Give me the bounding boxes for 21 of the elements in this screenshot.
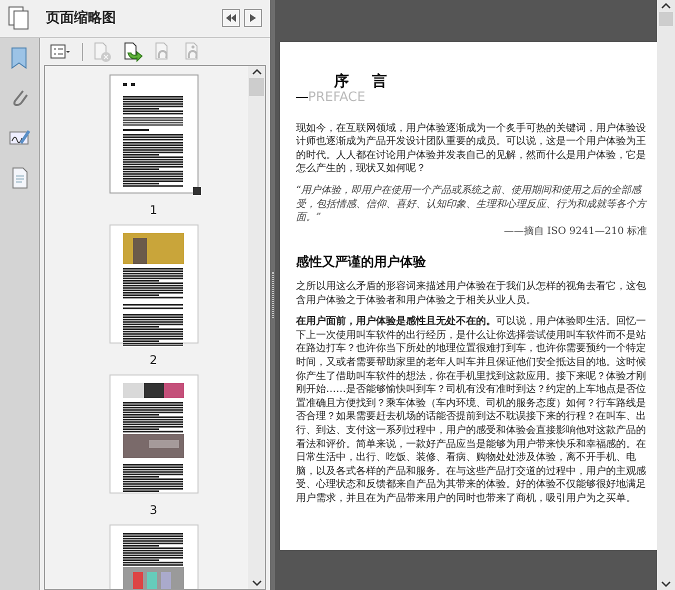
right-arrow-icon [249,13,257,24]
quote-source: ——摘自 ISO 9241—210 标准 [502,224,647,238]
dash-line [296,97,308,98]
page-number: 3 [150,504,158,516]
page-number: 1 [150,204,158,216]
double-left-arrow-icon [225,13,237,24]
quote-text: “用户体验，即用户在使用一个产品或系统之前、使用期间和使用之后的全部感受，包括情感、信仰、喜好、认知印象、生理和心理反应、行为和成就等各个方面。” [296,184,647,225]
section-heading: 感性又严谨的用户体验 [296,254,427,272]
scroll-thumb[interactable] [249,78,264,96]
document-title: 序 言 [334,72,392,90]
document-subtitle: PREFACE [308,90,366,106]
paragraph: 在用户面前，用户体验是感性且无处不在的。可以说，用户体验即生活。回忆一下上一次使用叫车软件的出行经历，是什么让你选择尝试使用叫车软件而不是站在路边打车？也许你当下所处的地理位置很难打到车，也许你需要预约一个特定时间，又或者需要帮助家里的老年人叫车并且保证他们安全抵达目的地。这时候你产生了借助叫车软件的想法，你在手机里找到这款应用。接下来呢？体验才刚刚开始……是否能够愉快叫到车？司机有没有准时到达？约定的上车地点是否位置准确且方便找到？乘车体验（车内环境、司机的服务态度）如何？行车路线是否合理？如果需要赶去机场的话能否提前到达不耽误接下来的行程？在叫车、出行、到达、支付这一系列过程中，用户的感受和体验会直接影响他对这款产品的看法和评价。简单来说，一款好产品应当是能够为用户带来快乐和幸福感的。在日常生活中，出行、吃饭、装修、看病、购物处处涉及体验，离不开手机、电脑，以及各式各样的产品和服务。在与这些产品打交道的过程中，用户的主观感受、心理状态和反馈都来自产品为其带来的体验。好的体验不仅能够很好地满足用户需求，并且在为产品带来用户的同时也带来了商机，吸引用户为之买单。 [296,315,647,506]
page-thumbnail[interactable] [109,74,202,196]
expand-panel-button[interactable] [244,9,262,28]
scroll-thumb[interactable] [659,12,673,26]
panel-title: 页面缩略图 [46,8,117,28]
paragraph: 之所以用这么矛盾的形容词来描述用户体验在于我们从怎样的视角去看它，这包含用户体验之于体验者和用户体验之于相关从业人员。 [296,280,647,308]
paragraph: 现如今，在互联网领域，用户体验逐渐成为一个炙手可热的关键词，用户体验设计师也逐渐成为产品开发设计团队重要的成员。可以说，这是一个用户体验为王的时代。人人都在讨论用户体验并发表自己的见解，然而什么是用户体验，它是怎么产生的，现状又如何呢？ [296,122,647,176]
collapse-panel-button[interactable] [222,9,240,28]
pages-icon [8,6,30,30]
page-number: 2 [150,354,158,366]
